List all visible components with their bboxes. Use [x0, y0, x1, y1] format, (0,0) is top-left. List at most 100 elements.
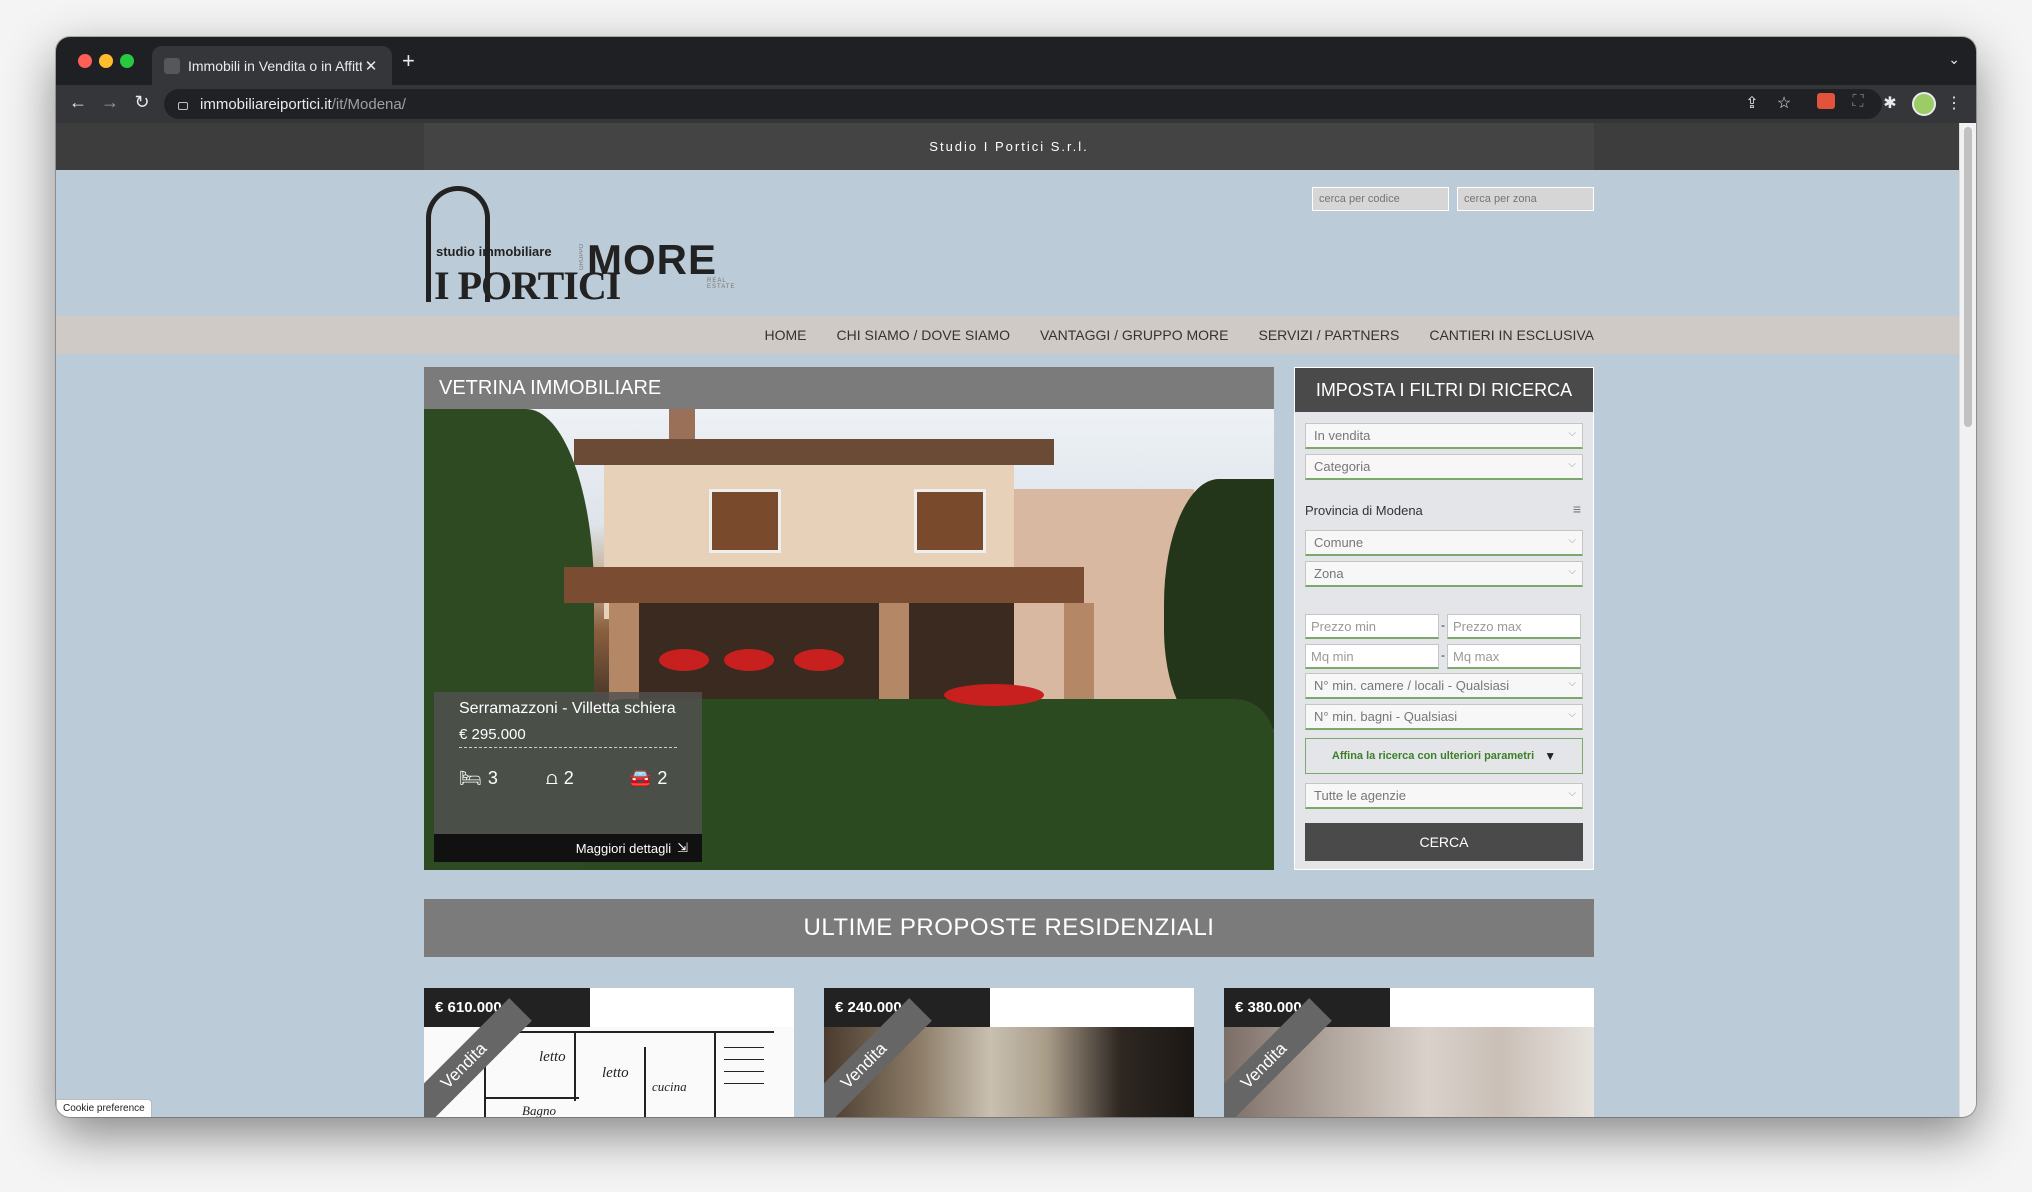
external-link-icon: ⇲ — [677, 840, 688, 855]
logo-i-portici[interactable]: studio immobiliare I PORTICI — [424, 184, 621, 308]
close-window-button[interactable] — [78, 54, 92, 68]
more-details-label: Maggiori dettagli — [575, 840, 672, 856]
reload-icon[interactable]: ↻ — [130, 92, 154, 113]
latest-proposals-title: ULTIME PROPOSTE RESIDENZIALI — [424, 899, 1594, 957]
property-price: € 295.000 — [459, 726, 677, 748]
rooms-select[interactable]: N° min. camere / locali - Qualsiasi ⌵ — [1305, 673, 1583, 699]
minimize-window-button[interactable] — [99, 54, 113, 68]
refine-search-toggle[interactable]: Affina la ricerca con ulteriori parametr… — [1305, 738, 1583, 774]
browser-window: Immobili in Vendita o in Affitto ✕ + ⌄ ←… — [56, 37, 1976, 1117]
property-card[interactable]: € 380.000 Vendita — [1224, 988, 1594, 1117]
chevron-down-icon: ⌵ — [1568, 428, 1576, 439]
profile-avatar[interactable] — [1912, 92, 1936, 116]
featured-property-card[interactable]: Serramazzoni - Villetta schiera € 295.00… — [434, 692, 702, 862]
tab-bar: Immobili in Vendita o in Affitto ✕ + ⌄ — [56, 37, 1976, 85]
price-min-input[interactable]: Prezzo min — [1305, 614, 1439, 639]
contract-select[interactable]: In vendita ⌵ — [1305, 423, 1583, 449]
comune-select[interactable]: Comune ⌵ — [1305, 530, 1583, 556]
chevron-down-icon: ⌵ — [1568, 459, 1576, 470]
plan-label: cucina — [652, 1079, 687, 1094]
tab-search-icon[interactable]: ⌄ — [1948, 51, 1960, 68]
search-filters-panel: IMPOSTA I FILTRI DI RICERCA In vendita ⌵ … — [1294, 367, 1594, 870]
refine-label: Affina la ricerca con ulteriori parametr… — [1331, 750, 1535, 762]
province-menu-icon[interactable]: ≡ — [1573, 501, 1581, 517]
cookie-preference-button[interactable]: Cookie preference — [56, 1099, 152, 1117]
maximize-window-button[interactable] — [120, 54, 134, 68]
price-max-input[interactable]: Prezzo max — [1447, 614, 1581, 639]
triangle-down-icon: ▼ — [1544, 749, 1557, 763]
chevron-down-icon: ⌵ — [1568, 788, 1576, 799]
nav-vantaggi[interactable]: VANTAGGI / GRUPPO MORE — [1040, 327, 1229, 343]
chevron-down-icon: ⌵ — [1568, 566, 1576, 577]
mq-max-input[interactable]: Mq max — [1447, 644, 1581, 669]
category-value: Categoria — [1314, 459, 1371, 474]
search-button[interactable]: CERCA — [1305, 823, 1583, 861]
company-name: Studio I Portici S.r.l. — [424, 123, 1594, 170]
share-icon[interactable]: ⇪ — [1740, 93, 1764, 113]
page-scrollbar[interactable] — [1959, 123, 1976, 1117]
nav-home[interactable]: HOME — [765, 327, 807, 343]
property-card[interactable]: € 610.000 Vendita letto letto cucina Bag… — [424, 988, 794, 1117]
plan-label: Bagno — [522, 1103, 556, 1117]
nav-servizi[interactable]: SERVIZI / PARTNERS — [1259, 327, 1400, 343]
plan-label: letto — [539, 1049, 566, 1065]
menu-kebab-icon[interactable]: ⋮ — [1942, 93, 1966, 113]
screenshot-extension-icon[interactable]: ⛶ — [1846, 93, 1870, 111]
nav-cantieri[interactable]: CANTIERI IN ESCLUSIVA — [1429, 327, 1594, 343]
contract-value: In vendita — [1314, 428, 1371, 443]
logo-studio-text: studio immobiliare — [436, 244, 552, 259]
url-path: /it/Modena/ — [331, 95, 406, 113]
puzzle-extensions-icon[interactable]: ✱ — [1878, 93, 1902, 113]
page-content: Studio I Portici S.r.l. studio immobilia… — [56, 123, 1959, 1117]
browser-tab[interactable]: Immobili in Vendita o in Affitto ✕ — [152, 46, 392, 85]
agencies-value: Tutte le agenzie — [1314, 788, 1407, 803]
more-details-link[interactable]: Maggiori dettagli ⇲ — [434, 834, 702, 862]
nav-chi-siamo[interactable]: CHI SIAMO / DOVE SIAMO — [837, 327, 1010, 343]
address-bar[interactable]: immobiliareiportici.it/it/Modena/ — [164, 89, 1882, 119]
car-icon: 🚘 — [629, 768, 652, 788]
shower-icon: ⩍ — [546, 768, 558, 788]
forward-icon[interactable]: → — [98, 92, 122, 113]
agencies-select[interactable]: Tutte le agenzie ⌵ — [1305, 783, 1583, 809]
logo-gruppo-text: GRUPPO — [579, 244, 585, 271]
chevron-down-icon: ⌵ — [1568, 709, 1576, 720]
baths-count: 2 — [563, 768, 574, 788]
back-icon[interactable]: ← — [66, 92, 90, 113]
province-label: Provincia di Modena — [1305, 503, 1423, 518]
bookmark-star-icon[interactable]: ☆ — [1772, 93, 1796, 113]
search-code-input[interactable] — [1312, 187, 1449, 211]
property-card[interactable]: € 240.000 Vendita — [824, 988, 1194, 1117]
beds-count: 3 — [487, 768, 498, 788]
top-bar: Studio I Portici S.r.l. — [56, 123, 1959, 170]
site-header: studio immobiliare I PORTICI GRUPPO MORE… — [424, 170, 1594, 316]
beds-feature: 🛏 3 — [459, 768, 498, 789]
baths-feature: ⩍ 2 — [546, 768, 574, 789]
parking-feature: 🚘 2 — [629, 768, 667, 789]
scrollbar-thumb[interactable] — [1964, 127, 1972, 427]
chevron-down-icon: ⌵ — [1568, 535, 1576, 546]
vetrina-title: VETRINA IMMOBILIARE — [424, 367, 1274, 409]
new-tab-icon[interactable]: + — [402, 49, 415, 73]
featured-property-photo[interactable]: Serramazzoni - Villetta schiera € 295.00… — [424, 409, 1274, 870]
tab-title: Immobili in Vendita o in Affitto — [188, 57, 362, 74]
mq-min-input[interactable]: Mq min — [1305, 644, 1439, 669]
main-navigation: HOME CHI SIAMO / DOVE SIAMO VANTAGGI / G… — [56, 316, 1959, 354]
url-host: immobiliareiportici.it — [200, 95, 332, 113]
chevron-down-icon: ⌵ — [1568, 678, 1576, 689]
plan-label: letto — [602, 1065, 629, 1081]
category-select[interactable]: Categoria ⌵ — [1305, 454, 1583, 480]
browser-toolbar: ← → ↻ immobiliareiportici.it/it/Modena/ … — [56, 85, 1976, 123]
baths-value: N° min. bagni - Qualsiasi — [1314, 709, 1458, 724]
filters-title: IMPOSTA I FILTRI DI RICERCA — [1295, 368, 1593, 412]
rooms-value: N° min. camere / locali - Qualsiasi — [1314, 678, 1510, 693]
property-title: Serramazzoni - Villetta schiera — [459, 700, 676, 717]
comune-value: Comune — [1314, 535, 1364, 550]
baths-select[interactable]: N° min. bagni - Qualsiasi ⌵ — [1305, 704, 1583, 730]
extension-icon[interactable] — [1814, 93, 1838, 114]
search-zone-input[interactable] — [1457, 187, 1594, 211]
zona-select[interactable]: Zona ⌵ — [1305, 561, 1583, 587]
logo-gruppo-more[interactable]: GRUPPO MORE REAL ESTATE — [579, 232, 739, 292]
bed-icon: 🛏 — [459, 768, 482, 788]
logo-more-text: MORE — [587, 236, 717, 283]
close-tab-icon[interactable]: ✕ — [362, 57, 380, 75]
